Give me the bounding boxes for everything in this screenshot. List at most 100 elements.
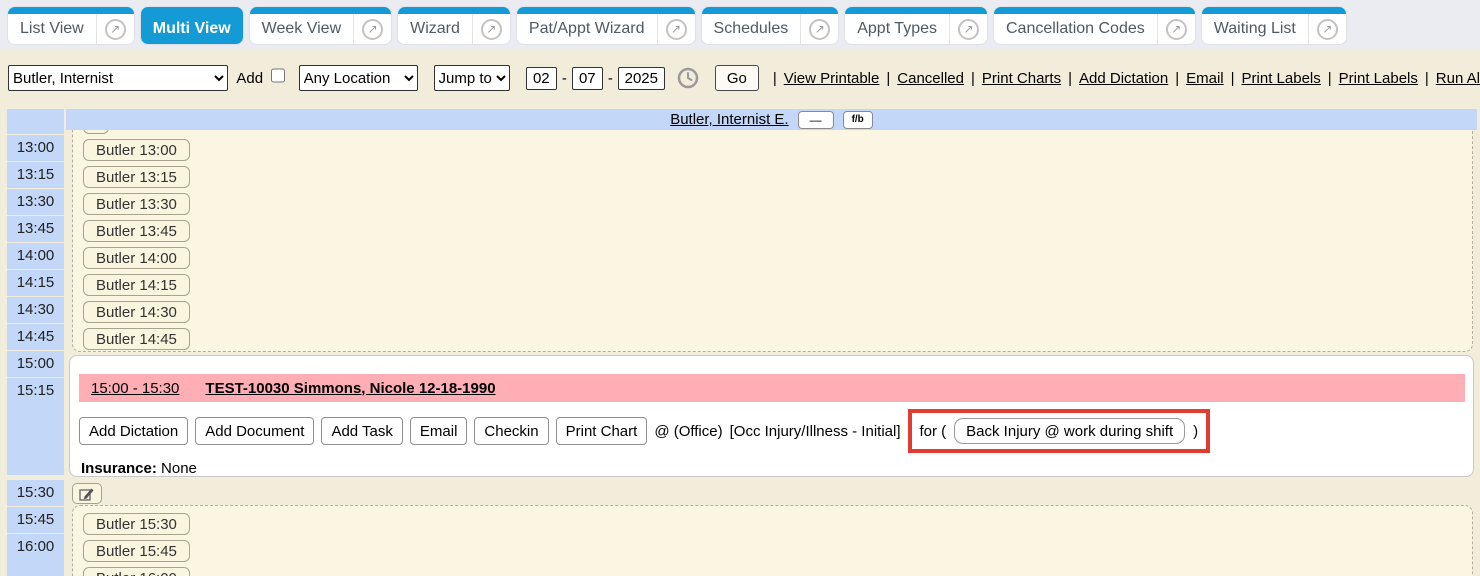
slot-button[interactable]: Butler 13:00 bbox=[83, 139, 190, 161]
tab-list-view[interactable]: List View ↗ bbox=[8, 7, 134, 44]
tab-multi-view[interactable]: Multi View bbox=[141, 7, 243, 44]
appointment-time-link[interactable]: 15:00 - 15:30 bbox=[91, 380, 179, 397]
time-column-header bbox=[7, 109, 64, 130]
open-new-window-button[interactable]: ↗ bbox=[96, 14, 134, 44]
tab-label[interactable]: Waiting List bbox=[1202, 14, 1308, 44]
open-new-window-button[interactable]: ↗ bbox=[353, 14, 391, 44]
time-cell: 14:00 bbox=[7, 243, 64, 269]
open-new-window-icon: ↗ bbox=[1317, 19, 1338, 40]
tab-cancellation-codes[interactable]: Cancellation Codes ↗ bbox=[994, 7, 1195, 44]
tab-label[interactable]: Multi View bbox=[141, 14, 243, 44]
appointment-reason-button[interactable]: Back Injury @ work during shift bbox=[954, 418, 1185, 444]
date-month-input[interactable] bbox=[526, 67, 557, 90]
add-document-button[interactable]: Add Document bbox=[195, 417, 314, 445]
tab-label[interactable]: List View bbox=[8, 14, 96, 44]
reason-suffix: ) bbox=[1193, 423, 1198, 440]
appointment-location: @ (Office) bbox=[654, 423, 722, 440]
tab-label[interactable]: Week View bbox=[250, 14, 353, 44]
print-chart-button[interactable]: Print Chart bbox=[556, 417, 648, 445]
fb-button[interactable]: f/b bbox=[843, 111, 873, 129]
open-new-window-button[interactable]: ↗ bbox=[657, 14, 695, 44]
print-labels-link[interactable]: Print Labels bbox=[1339, 70, 1418, 87]
provider-column: Butler 13:00 Butler 13:15 Butler 13:30 B… bbox=[69, 130, 1477, 576]
link-separator: | bbox=[773, 70, 777, 87]
open-new-window-button[interactable]: ↗ bbox=[800, 14, 838, 44]
tab-week-view[interactable]: Week View ↗ bbox=[250, 7, 391, 44]
open-new-window-icon: ↗ bbox=[362, 19, 383, 40]
view-printable-link[interactable]: View Printable bbox=[784, 70, 880, 87]
tab-pat-appt-wizard[interactable]: Pat/Appt Wizard ↗ bbox=[517, 7, 695, 44]
tab-accent-bar bbox=[8, 7, 134, 14]
time-cell: 13:00 bbox=[7, 135, 64, 161]
appointment-detail-row: Add Dictation Add Document Add Task Emai… bbox=[79, 409, 1473, 453]
link-separator: | bbox=[1328, 70, 1332, 87]
slot-button[interactable]: Butler 15:45 bbox=[83, 540, 190, 562]
edit-slot-button[interactable] bbox=[72, 483, 102, 504]
open-new-window-icon: ↗ bbox=[481, 19, 502, 40]
open-new-window-button[interactable]: ↗ bbox=[472, 14, 510, 44]
add-dictation-link[interactable]: Add Dictation bbox=[1079, 70, 1168, 87]
tab-label[interactable]: Schedules bbox=[702, 14, 801, 44]
add-checkbox[interactable] bbox=[271, 68, 285, 83]
add-dictation-button[interactable]: Add Dictation bbox=[79, 417, 188, 445]
open-new-window-button[interactable]: ↗ bbox=[1308, 14, 1346, 44]
print-labels-link[interactable]: Print Labels bbox=[1242, 70, 1321, 87]
run-all-link[interactable]: Run Al bbox=[1436, 70, 1480, 87]
slot-button[interactable]: Butler 14:00 bbox=[83, 247, 190, 269]
appointment-header-bar: 15:00 - 15:30 TEST-10030 Simmons, Nicole… bbox=[79, 374, 1465, 402]
slot-button[interactable]: Butler 14:45 bbox=[83, 328, 190, 350]
slot-button-partial[interactable] bbox=[83, 130, 109, 134]
print-charts-link[interactable]: Print Charts bbox=[982, 70, 1061, 87]
tab-label[interactable]: Cancellation Codes bbox=[994, 14, 1157, 44]
tab-accent-bar bbox=[398, 7, 510, 14]
toolbar: Butler, Internist Add Any Location Jump … bbox=[0, 50, 1480, 106]
email-link[interactable]: Email bbox=[1186, 70, 1224, 87]
location-select[interactable]: Any Location bbox=[299, 65, 418, 91]
add-task-button[interactable]: Add Task bbox=[321, 417, 402, 445]
link-separator: | bbox=[1068, 70, 1072, 87]
tab-accent-bar bbox=[845, 7, 987, 14]
email-button[interactable]: Email bbox=[410, 417, 468, 445]
time-cell: 15:15 bbox=[7, 378, 64, 475]
time-cell: 14:30 bbox=[7, 297, 64, 323]
jump-to-select[interactable]: Jump to bbox=[434, 65, 510, 91]
tab-accent-bar bbox=[994, 7, 1195, 14]
checkin-button[interactable]: Checkin bbox=[474, 417, 548, 445]
cancelled-link[interactable]: Cancelled bbox=[897, 70, 964, 87]
open-new-window-icon: ↗ bbox=[105, 19, 126, 40]
link-separator: | bbox=[971, 70, 975, 87]
slot-button[interactable]: Butler 15:30 bbox=[83, 513, 190, 535]
slot-button[interactable]: Butler 13:15 bbox=[83, 166, 190, 188]
tab-appt-types[interactable]: Appt Types ↗ bbox=[845, 7, 987, 44]
tab-schedules[interactable]: Schedules ↗ bbox=[702, 7, 839, 44]
date-separator: - bbox=[562, 70, 567, 87]
tab-label[interactable]: Wizard bbox=[398, 14, 472, 44]
slot-button[interactable]: Butler 16:00 bbox=[83, 567, 190, 576]
go-button[interactable]: Go bbox=[715, 65, 759, 91]
open-new-window-button[interactable]: ↗ bbox=[1157, 14, 1195, 44]
provider-select[interactable]: Butler, Internist bbox=[8, 65, 228, 91]
open-new-window-button[interactable]: ↗ bbox=[949, 14, 987, 44]
tab-label[interactable]: Pat/Appt Wizard bbox=[517, 14, 657, 44]
schedule-body: 13:00 13:15 13:30 13:45 14:00 14:15 14:3… bbox=[0, 130, 1480, 576]
open-new-window-icon: ↗ bbox=[1166, 19, 1187, 40]
date-year-input[interactable] bbox=[618, 67, 665, 90]
open-slots-container-top: Butler 13:00 Butler 13:15 Butler 13:30 B… bbox=[72, 130, 1473, 352]
tab-accent-bar bbox=[702, 7, 839, 14]
open-new-window-icon: ↗ bbox=[958, 19, 979, 40]
tab-waiting-list[interactable]: Waiting List ↗ bbox=[1202, 7, 1346, 44]
slot-button[interactable]: Butler 14:30 bbox=[83, 301, 190, 323]
time-cell: 14:15 bbox=[7, 270, 64, 296]
date-day-input[interactable] bbox=[572, 67, 603, 90]
slot-button[interactable]: Butler 13:30 bbox=[83, 193, 190, 215]
tab-label[interactable]: Appt Types bbox=[845, 14, 949, 44]
link-separator: | bbox=[1425, 70, 1429, 87]
provider-header-link[interactable]: Butler, Internist E. bbox=[670, 111, 788, 128]
open-new-window-icon: ↗ bbox=[666, 19, 687, 40]
clock-icon[interactable] bbox=[677, 67, 699, 89]
patient-link[interactable]: TEST-10030 Simmons, Nicole 12-18-1990 bbox=[205, 380, 495, 397]
slot-button[interactable]: Butler 14:15 bbox=[83, 274, 190, 296]
tab-wizard[interactable]: Wizard ↗ bbox=[398, 7, 510, 44]
minimize-column-button[interactable]: — bbox=[798, 111, 834, 129]
slot-button[interactable]: Butler 13:45 bbox=[83, 220, 190, 242]
